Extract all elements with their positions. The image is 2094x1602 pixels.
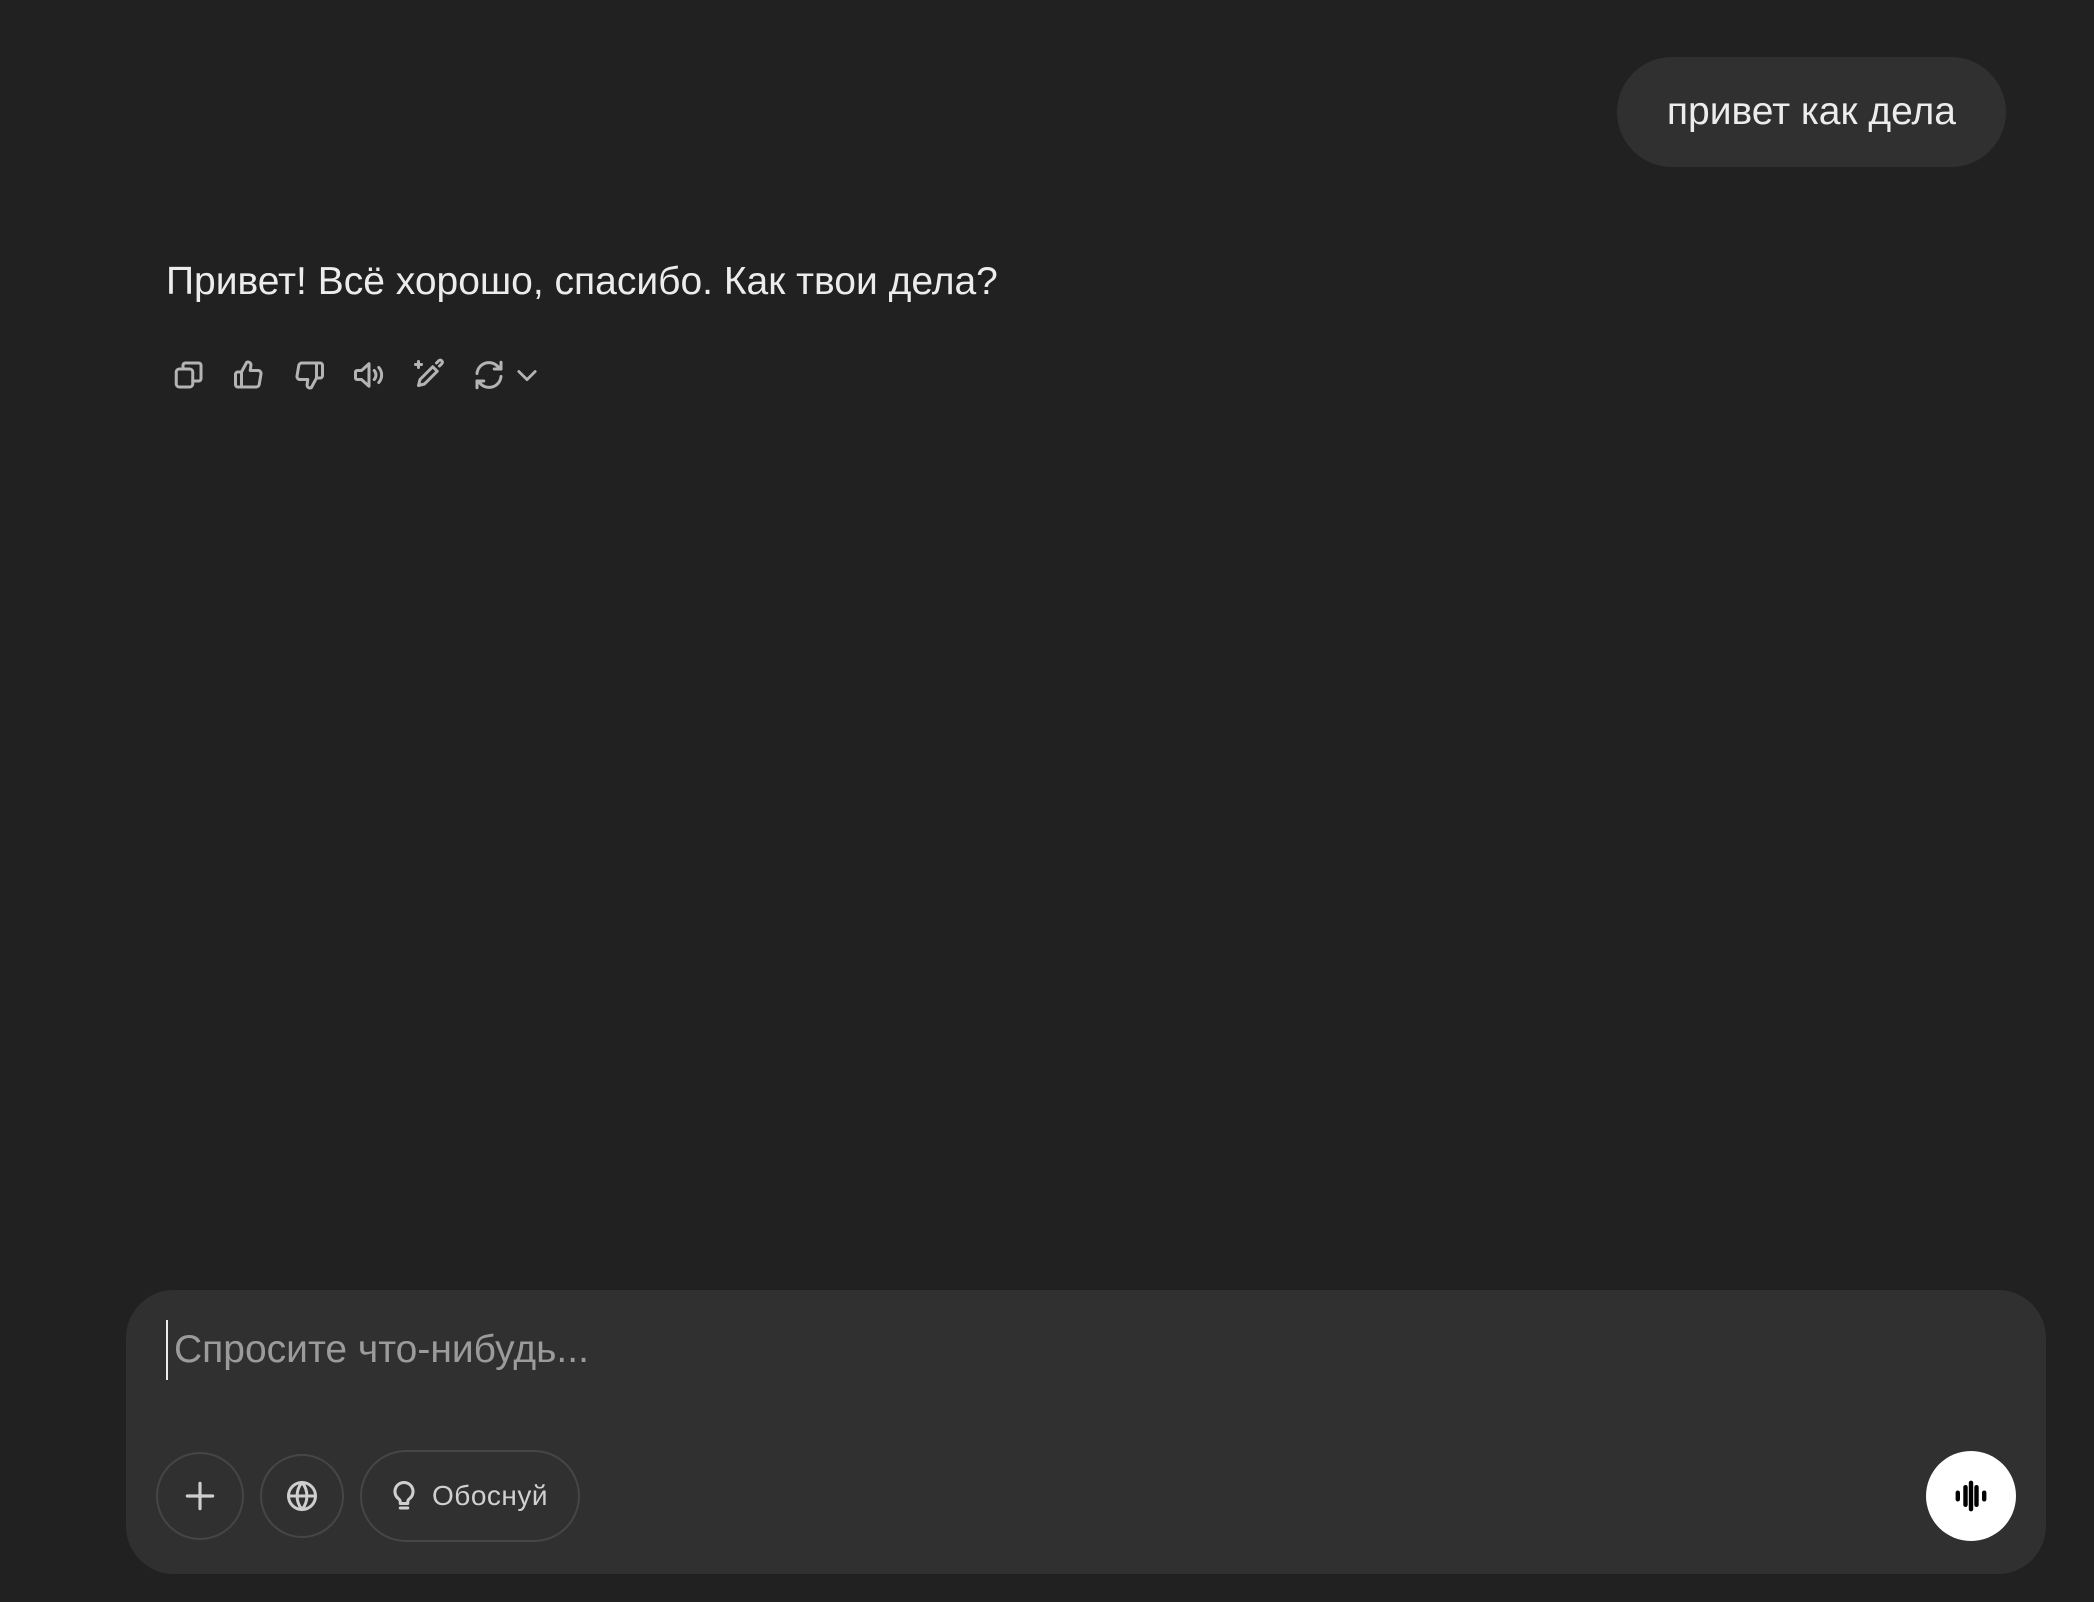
read-aloud-button[interactable] bbox=[346, 352, 392, 398]
composer-toolbar: Обоснуй bbox=[156, 1450, 580, 1542]
like-button[interactable] bbox=[226, 352, 272, 398]
user-message-bubble: привет как дела bbox=[1616, 57, 2006, 167]
reason-button-label: Обоснуй bbox=[432, 1480, 548, 1511]
prompt-input[interactable] bbox=[166, 1320, 1974, 1380]
lightbulb-icon bbox=[393, 1480, 415, 1510]
chevron-down-icon bbox=[512, 360, 542, 390]
regenerate-icon-wrap bbox=[466, 352, 512, 398]
voice-mode-button[interactable] bbox=[1926, 1451, 2016, 1541]
dislike-button[interactable] bbox=[286, 352, 332, 398]
speaker-icon bbox=[354, 362, 384, 388]
refresh-icon bbox=[475, 360, 503, 390]
edit-sparkle-icon bbox=[414, 358, 444, 387]
thumbs-down-icon bbox=[295, 361, 324, 390]
attach-button[interactable] bbox=[156, 1452, 244, 1540]
plus-icon bbox=[185, 1481, 215, 1511]
globe-icon bbox=[287, 1481, 317, 1511]
copy-icon bbox=[174, 361, 203, 389]
copy-button[interactable] bbox=[166, 352, 212, 398]
reason-button[interactable]: Обоснуй bbox=[360, 1450, 580, 1542]
chat-page: привет как дела Привет! Всё хорошо, спас… bbox=[0, 0, 2094, 1602]
assistant-message-text: Привет! Всё хорошо, спасибо. Как твои де… bbox=[166, 260, 998, 303]
edit-button[interactable] bbox=[406, 352, 452, 398]
web-search-button[interactable] bbox=[260, 1454, 344, 1538]
message-action-bar bbox=[166, 352, 542, 398]
thumbs-up-icon bbox=[234, 360, 263, 389]
user-message-text: привет как дела bbox=[1666, 90, 1956, 133]
voice-wave-icon bbox=[1955, 1480, 1987, 1512]
composer: Обоснуй bbox=[126, 1290, 2046, 1574]
regenerate-button[interactable] bbox=[466, 352, 542, 398]
